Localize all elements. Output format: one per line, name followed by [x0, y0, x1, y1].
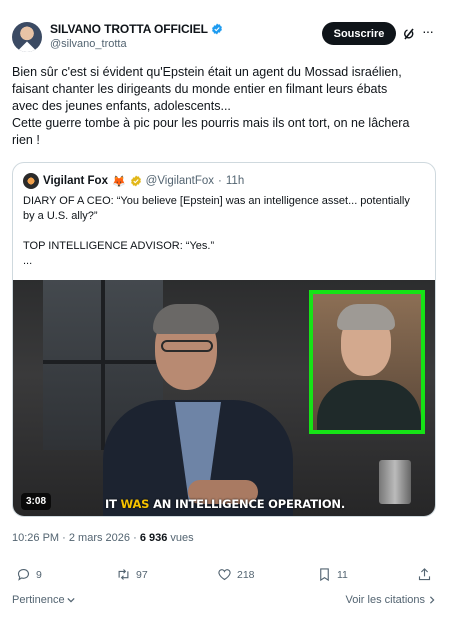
meta-separator: · [59, 532, 69, 544]
view-quotes-link[interactable]: Voir les citations [346, 594, 436, 606]
tweet-line: avec des jeunes enfants, adolescents... [12, 99, 231, 113]
man-hair [153, 304, 219, 334]
tweet-text: Bien sûr c'est si évident qu'Epstein éta… [12, 64, 442, 149]
man-glasses [161, 340, 213, 352]
repost-count: 97 [136, 568, 148, 581]
chevron-down-icon [66, 597, 75, 603]
quote-text: DIARY OF A CEO: “You believe [Epstein] w… [23, 194, 427, 269]
reply-icon [17, 568, 30, 581]
quote-separator: · [218, 175, 222, 187]
author-name-row[interactable]: SILVANO TROTTA OFFICIEL [50, 22, 223, 36]
video-subtitle: IT WAS AN INTELLIGENCE OPERATION. [13, 497, 435, 511]
quote-handle[interactable]: @VigilantFox [146, 175, 214, 187]
verified-badge-icon [211, 23, 222, 35]
gold-verified-badge-icon [130, 175, 141, 187]
subtitle-highlight: WAS [120, 497, 150, 511]
more-options-icon[interactable]: ··· [422, 24, 436, 40]
subtitle-part: IT [104, 497, 121, 511]
share-icon [418, 568, 431, 581]
tweet-date[interactable]: 2 mars 2026 [69, 532, 130, 544]
meta-separator: · [130, 532, 140, 544]
author-name[interactable]: SILVANO TROTTA OFFICIEL [50, 22, 208, 36]
tweet-line: rien ! [12, 133, 40, 147]
quote-avatar[interactable] [23, 173, 39, 189]
tweet-timestamp[interactable]: 10:26 PM · 2 mars 2026 · 6 936 vues [12, 532, 194, 544]
quoted-tweet[interactable]: Vigilant Fox 🦊 @VigilantFox · 11h DIARY … [12, 162, 436, 517]
video-player[interactable]: 3:08 IT WAS AN INTELLIGENCE OPERATION. [13, 280, 435, 516]
views-count: 6 936 [139, 532, 168, 544]
share-button[interactable] [417, 567, 432, 582]
quote-author-name[interactable]: Vigilant Fox [43, 175, 108, 187]
heart-icon [218, 569, 231, 581]
sort-dropdown[interactable]: Pertinence [12, 594, 75, 606]
citations-label: Voir les citations [345, 594, 425, 606]
repost-button[interactable]: 97 [116, 567, 148, 582]
bookmark-icon [320, 568, 329, 582]
quote-header: Vigilant Fox 🦊 @VigilantFox · 11h [23, 173, 244, 189]
bookmark-count: 11 [337, 568, 348, 581]
quote-line: by a U.S. ally?” [23, 210, 98, 222]
reply-count: 9 [36, 568, 42, 581]
inset-shirt [317, 380, 421, 430]
tweet-line: faisant chanter les dirigeants du monde … [12, 82, 388, 96]
quote-line: TOP INTELLIGENCE ADVISOR: “Yes.” [23, 240, 215, 252]
views-label: vues [167, 532, 194, 544]
grok-icon[interactable] [403, 27, 415, 41]
chevron-right-icon [429, 596, 435, 604]
quote-line: ... [23, 255, 33, 267]
sort-label: Pertinence [12, 594, 65, 606]
quote-line: DIARY OF A CEO: “You believe [Epstein] w… [23, 195, 410, 207]
subscribe-button[interactable]: Souscrire [322, 22, 396, 45]
fox-emoji-icon: 🦊 [111, 175, 126, 188]
action-bar: 9 97 218 11 [12, 567, 436, 585]
inset-photo [309, 290, 425, 434]
inset-hair [337, 304, 395, 330]
bookmark-button[interactable]: 11 [317, 567, 348, 582]
author-avatar[interactable] [12, 22, 42, 52]
subtitle-part: AN INTELLIGENCE OPERATION. [149, 497, 345, 511]
like-button[interactable]: 218 [217, 567, 255, 582]
tweet-line: Bien sûr c'est si évident qu'Epstein éta… [12, 65, 402, 79]
repost-icon [118, 569, 129, 580]
tweet-time[interactable]: 10:26 PM [12, 532, 59, 544]
quote-time[interactable]: 11h [226, 175, 244, 187]
reply-button[interactable]: 9 [16, 567, 42, 582]
like-count: 218 [237, 568, 255, 581]
author-handle[interactable]: @silvano_trotta [50, 38, 127, 50]
tweet-line: Cette guerre tombe à pic pour les pourri… [12, 116, 410, 130]
